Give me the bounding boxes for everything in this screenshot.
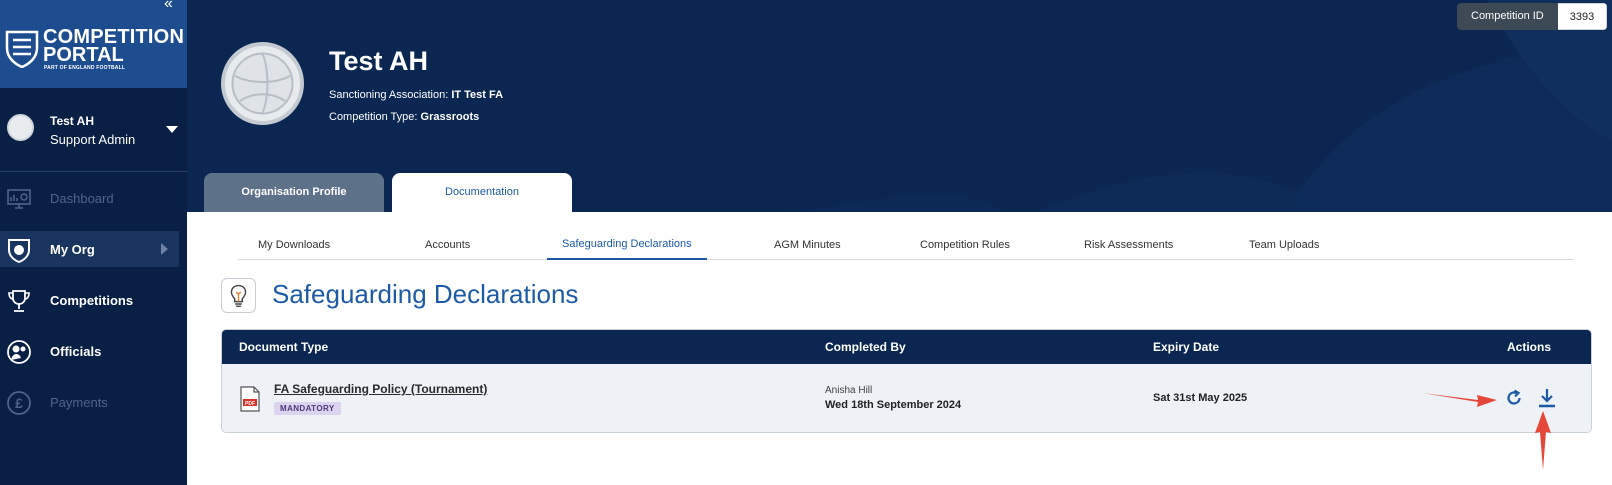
expiry-date: Sat 31st May 2025 xyxy=(1153,392,1248,404)
sidebar-item-label: Payments xyxy=(50,395,108,410)
column-header-completed-by: Completed By xyxy=(825,340,906,354)
dashboard-icon xyxy=(7,189,31,209)
user-name: Test AH xyxy=(50,114,95,128)
sidebar-item-label: Dashboard xyxy=(50,191,114,206)
table-header: Document Type Completed By Expiry Date A… xyxy=(222,330,1591,364)
sanctioning-value: IT Test FA xyxy=(451,89,504,101)
subtab-safeguarding-declarations[interactable]: Safeguarding Declarations xyxy=(562,238,692,250)
column-header-expiry-date: Expiry Date xyxy=(1153,340,1220,354)
football-icon xyxy=(231,52,294,115)
section-title: Safeguarding Declarations xyxy=(272,279,579,309)
org-header: Test AH Sanctioning Association: IT Test… xyxy=(187,0,1612,212)
pdf-file-icon: PDF xyxy=(240,386,260,412)
competition-type-value: Grassroots xyxy=(420,111,480,123)
logo-title-line2: PORTAL xyxy=(43,44,124,66)
competition-id-value: 3393 xyxy=(1557,3,1608,30)
competition-id-badge: Competition ID 3393 xyxy=(1457,3,1608,30)
subtab-competition-rules[interactable]: Competition Rules xyxy=(920,239,1010,251)
tab-organisation-profile[interactable]: Organisation Profile xyxy=(204,173,384,212)
document-subtabs: My Downloads Accounts Safeguarding Decla… xyxy=(238,232,1574,260)
svg-text:£: £ xyxy=(15,395,23,411)
table-row: PDF FA Safeguarding Policy (Tournament) … xyxy=(222,364,1591,432)
sidebar-item-label: My Org xyxy=(50,242,95,257)
sanctioning-association: Sanctioning Association: IT Test FA xyxy=(329,89,503,101)
competition-type-label: Competition Type: xyxy=(329,111,418,123)
chevron-right-icon xyxy=(161,243,168,255)
org-avatar xyxy=(221,42,304,125)
competition-type: Competition Type: Grassroots xyxy=(329,111,479,123)
sidebar: « COMPETITION PORTAL PART OF ENGLAND FOO… xyxy=(0,0,187,485)
subtab-team-uploads[interactable]: Team Uploads xyxy=(1249,239,1319,251)
sidebar-item-payments[interactable]: £ Payments xyxy=(0,384,187,420)
user-role: Support Admin xyxy=(50,132,136,147)
page-title: Test AH xyxy=(329,46,429,76)
sidebar-item-dashboard[interactable]: Dashboard xyxy=(0,180,187,216)
sidebar-item-label: Competitions xyxy=(50,293,134,308)
sanctioning-label: Sanctioning Association: xyxy=(329,89,449,101)
completed-by-date: Wed 18th September 2024 xyxy=(825,399,962,411)
collapse-sidebar-icon[interactable]: « xyxy=(164,0,173,12)
lightbulb-icon xyxy=(230,284,247,308)
documents-table: Document Type Completed By Expiry Date A… xyxy=(221,329,1592,433)
tab-documentation[interactable]: Documentation xyxy=(392,173,572,212)
column-header-document-type: Document Type xyxy=(239,340,329,354)
mandatory-badge: MANDATORY xyxy=(274,402,341,415)
crest-icon xyxy=(5,30,39,68)
portal-logo[interactable]: « COMPETITION PORTAL PART OF ENGLAND FOO… xyxy=(0,0,187,88)
competition-id-label: Competition ID xyxy=(1457,3,1558,30)
completed-by-name: Anisha Hill xyxy=(825,385,873,396)
document-link[interactable]: FA Safeguarding Policy (Tournament) xyxy=(274,382,487,396)
subtab-accounts[interactable]: Accounts xyxy=(425,239,470,251)
sidebar-item-officials[interactable]: Officials xyxy=(0,333,187,369)
subtab-agm-minutes[interactable]: AGM Minutes xyxy=(774,239,841,251)
column-header-actions: Actions xyxy=(1507,340,1552,354)
avatar xyxy=(7,114,34,141)
user-menu[interactable]: Test AH Support Admin xyxy=(0,88,187,172)
trophy-icon xyxy=(8,290,30,312)
sidebar-item-competitions[interactable]: Competitions xyxy=(0,282,187,318)
section-icon-frame xyxy=(221,278,256,313)
logo-tagline: PART OF ENGLAND FOOTBALL xyxy=(44,65,126,71)
sidebar-item-label: Officials xyxy=(50,344,102,359)
shield-icon xyxy=(8,239,30,263)
pdf-file-label: PDF xyxy=(245,401,255,407)
pound-icon: £ xyxy=(7,391,31,415)
active-subtab-indicator xyxy=(547,258,707,260)
renew-icon[interactable] xyxy=(1504,388,1524,408)
whistle-icon xyxy=(7,340,31,364)
subtab-risk-assessments[interactable]: Risk Assessments xyxy=(1084,239,1173,251)
chevron-down-icon[interactable] xyxy=(166,126,178,133)
sidebar-item-my-org[interactable]: My Org xyxy=(0,231,179,267)
download-icon[interactable] xyxy=(1537,387,1557,409)
subtab-my-downloads[interactable]: My Downloads xyxy=(258,239,330,251)
